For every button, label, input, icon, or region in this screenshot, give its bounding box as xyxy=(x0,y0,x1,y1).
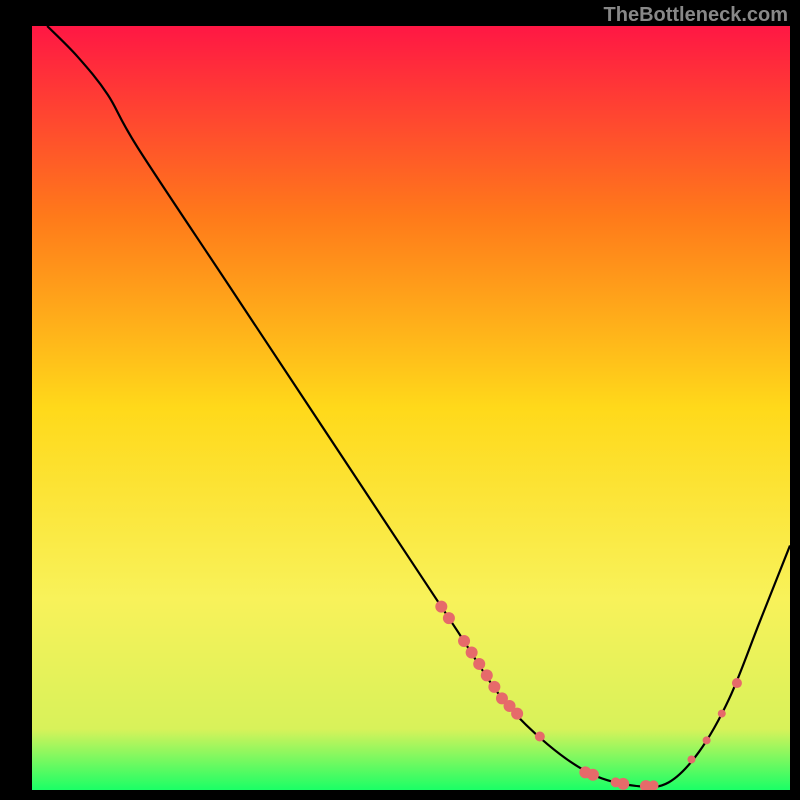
data-marker xyxy=(488,681,500,693)
data-marker xyxy=(435,601,447,613)
data-marker xyxy=(443,612,455,624)
data-marker xyxy=(458,635,470,647)
chart-svg xyxy=(32,26,790,790)
data-marker xyxy=(617,778,629,790)
data-marker xyxy=(535,732,545,742)
data-marker xyxy=(732,678,742,688)
data-marker xyxy=(703,736,711,744)
bottleneck-chart xyxy=(32,26,790,790)
data-marker xyxy=(481,669,493,681)
data-marker xyxy=(718,710,726,718)
data-marker xyxy=(587,769,599,781)
data-marker xyxy=(511,708,523,720)
data-marker xyxy=(473,658,485,670)
data-marker xyxy=(466,646,478,658)
gradient-background xyxy=(32,26,790,790)
watermark-text: TheBottleneck.com xyxy=(604,4,788,27)
data-marker xyxy=(687,755,695,763)
data-marker xyxy=(649,780,659,790)
